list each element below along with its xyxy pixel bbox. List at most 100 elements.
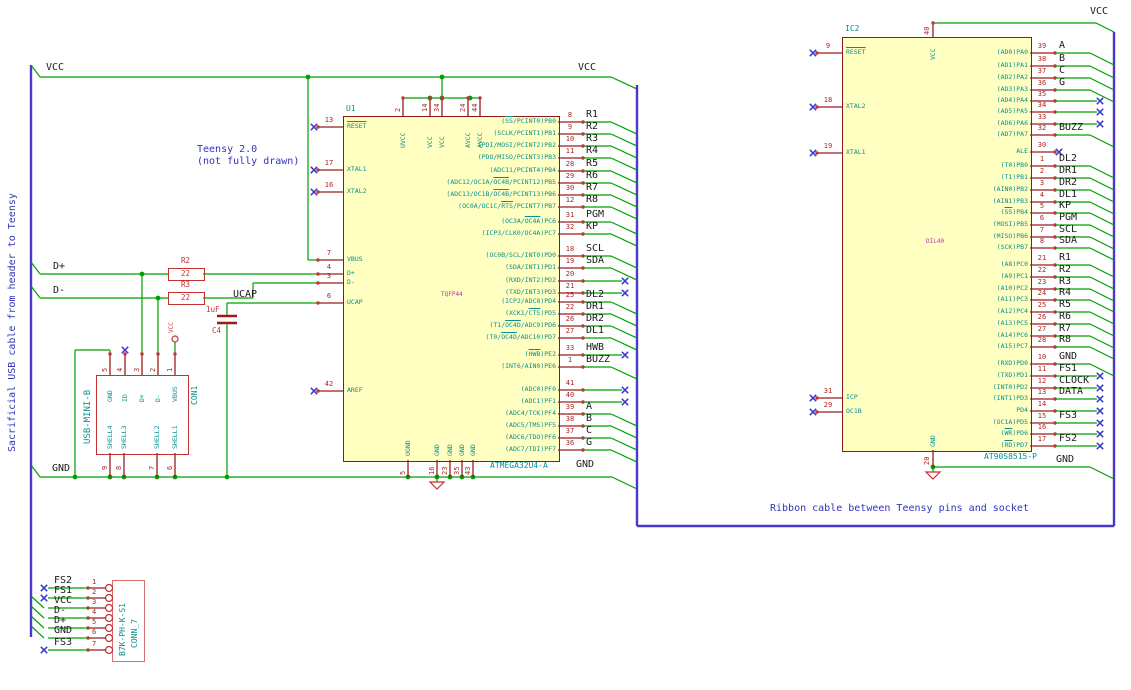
pin-name: (ADC7/TDI)PF7 [505,445,556,453]
pin-number: 12 [565,196,575,204]
pin-end-dot [86,626,90,630]
net-label: R2 [586,121,599,132]
pin-number: 17 [324,159,334,167]
c4-value: 1uF [206,305,220,314]
pin-name: (OC0B/SCL/INT0)PD0 [485,251,556,259]
junction-dot [305,74,311,80]
pin-number: 27 [565,327,575,335]
pin-number: 24 [1037,289,1047,297]
pin-name: (AD6)PA6 [996,119,1028,127]
pin-end-dot [428,96,432,100]
pin-name: (ICP3/CLK0/OC4A)PC7 [481,229,556,237]
pin-number: 3 [133,367,141,372]
con1-value: USB-MINI-B [83,389,93,444]
no-connect-icon [1096,395,1104,403]
pin-name: (AD0)PA0 [996,48,1028,56]
no-connect-icon [1096,407,1104,415]
no-connect-icon [809,49,817,57]
net-label: CLOCK [1059,375,1090,386]
no-connect-icon [40,584,48,592]
vcc-power-symbol-label: VCC [168,322,175,333]
net-label-ucap: UCAP [233,289,258,300]
no-connect-icon [621,386,629,394]
pin-number: 4 [92,608,97,616]
pin-name: (A9)PC1 [1000,272,1028,280]
no-connect-icon [121,346,129,354]
net-label: R2 [1059,264,1072,275]
pin-number: 1 [166,367,174,372]
wire [1089,52,1115,66]
con1-reference: CON1 [190,385,199,405]
pin-name: D+ [137,394,146,402]
net-label: DL2 [586,289,605,300]
pin-name: (A8)PC0 [1000,260,1028,268]
no-connect-icon [40,646,48,654]
no-connect-icon [809,394,817,402]
pin-name: (A14)PC6 [996,331,1028,339]
pin-name: PD4 [1016,406,1028,414]
pin-name: (AD4)PA4 [996,96,1028,104]
junction-dot [439,74,445,80]
net-label: R8 [1059,334,1072,345]
net-label: SDA [586,255,605,266]
net-label: R8 [586,194,599,205]
pin-number: 25 [565,291,575,299]
no-connect-icon [40,594,48,602]
net-label: DL1 [1059,189,1078,200]
no-connect-icon [1096,430,1104,438]
pin-name: D- [153,394,162,402]
ic2-value: AT90S8515-P [984,452,1037,461]
wire [30,64,41,78]
junction-dot [121,474,127,480]
junction-dot [427,95,433,101]
pin-name: XTAL2 [846,102,866,110]
net-label: B [586,413,593,424]
c4-reference: C4 [212,326,222,335]
net-label: R1 [1059,252,1072,263]
no-connect-icon [1096,97,1104,105]
wire [610,437,638,451]
pin-number: 33 [1037,113,1047,121]
net-label: BUZZ [1059,122,1084,133]
pin-number: 3 [92,598,97,606]
net-label: C [1059,65,1066,76]
pin-end-dot [815,151,819,155]
pin-name: (RXD)PD0 [996,359,1028,367]
pin-end-dot [316,301,320,305]
pin-end-dot [581,205,585,209]
pin-end-dot [1053,345,1057,349]
net-label-gnd: GND [52,463,71,474]
pin-number: 2 [394,107,402,112]
net-label: DR2 [586,313,605,324]
no-connect-icon [1096,442,1104,450]
wire [610,255,638,269]
junction-dot [155,295,161,301]
pin-number: 29 [823,401,833,409]
wire [1089,89,1115,103]
connector-conn7-body[interactable] [112,580,145,662]
pin-name: (A15)PC7 [996,342,1028,350]
pin-name: XTAL2 [347,187,367,195]
no-connect-icon [1096,395,1104,403]
wire [610,194,638,208]
pin-number: 16 [324,181,334,189]
pin-number: 11 [565,147,575,155]
wire [30,464,41,478]
pin-number: 21 [1037,254,1047,262]
r2-value: 22 [180,269,191,278]
no-connect-icon [40,646,48,654]
pin-end-dot [316,258,320,262]
pin-number: 6 [166,465,174,470]
pin-number: 1 [92,578,97,586]
pin-name: D- [347,278,355,286]
no-connect-icon [809,49,817,57]
wire [610,337,638,351]
pin-end-dot [581,448,585,452]
net-label: R3 [586,133,599,144]
junction-dot [459,474,465,480]
pin-number: 30 [565,184,575,192]
pin-name: ICP [846,393,858,401]
pin-number: 25 [1037,301,1047,309]
pin-number: 5 [1039,202,1045,210]
r3-value: 22 [180,293,191,302]
